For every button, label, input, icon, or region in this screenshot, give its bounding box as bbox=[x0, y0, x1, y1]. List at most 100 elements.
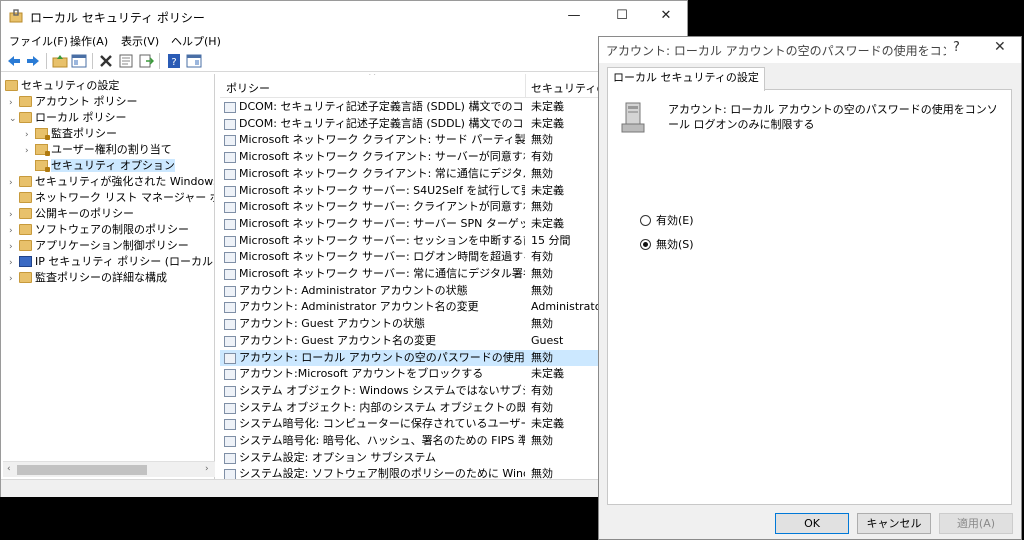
chevron-right-icon[interactable]: › bbox=[9, 240, 19, 255]
policy-name: アカウント: Guest アカウントの状態 bbox=[239, 317, 426, 331]
tree-item-security-options[interactable]: セキュリティ オプション bbox=[25, 158, 175, 173]
maximize-button[interactable]: ☐ bbox=[599, 1, 645, 31]
apply-button[interactable]: 適用(A) bbox=[939, 513, 1013, 534]
radio-button[interactable] bbox=[640, 215, 651, 226]
radio-button[interactable] bbox=[640, 239, 651, 250]
chevron-right-icon[interactable]: › bbox=[9, 272, 19, 287]
toolbar-separator bbox=[159, 53, 160, 69]
policy-item-icon bbox=[224, 385, 236, 397]
help-button[interactable]: ? bbox=[953, 40, 960, 55]
tab-local-security-setting[interactable]: ローカル セキュリティの設定 bbox=[607, 67, 765, 91]
policy-name: システム暗号化: 暗号化、ハッシュ、署名のための FIPS 準拠アル... bbox=[239, 434, 525, 447]
policy-item-icon bbox=[224, 102, 236, 113]
security-policy-icon bbox=[9, 9, 23, 23]
folder-icon bbox=[19, 208, 32, 219]
security-settings-icon bbox=[5, 80, 18, 91]
tree-item-network-list-manager[interactable]: ネットワーク リスト マネージャー ポリシー bbox=[9, 190, 214, 205]
policy-item-icon bbox=[224, 352, 236, 364]
sort-up-icon: ^ bbox=[368, 74, 377, 82]
chevron-right-icon[interactable]: › bbox=[9, 208, 19, 223]
folder-icon bbox=[19, 224, 32, 235]
policy-name: Microsoft ネットワーク サーバー: ログオン時間を超過するとクラ... bbox=[239, 250, 525, 264]
policy-name: システム オブジェクト: Windows システムではないサブシステムのた... bbox=[239, 383, 525, 397]
forward-arrow-icon[interactable] bbox=[25, 53, 41, 69]
tree-item-audit-policy[interactable]: › 監査ポリシー bbox=[25, 126, 117, 141]
tree-item-public-key[interactable]: › 公開キーのポリシー bbox=[9, 206, 134, 221]
toolbar-separator bbox=[46, 53, 47, 69]
policy-item-icon bbox=[224, 369, 236, 381]
column-policy[interactable]: ポリシー bbox=[226, 80, 270, 96]
folder-icon bbox=[19, 272, 32, 283]
policy-name: システム暗号化: コンピューターに保存されているユーザー キーに強... bbox=[239, 417, 525, 431]
title-bar[interactable]: ローカル セキュリティ ポリシー — ☐ ✕ bbox=[1, 1, 687, 31]
menu-file[interactable]: ファイル(F) bbox=[9, 33, 68, 49]
tree-horizontal-scrollbar[interactable]: ‹ › bbox=[3, 461, 215, 477]
policy-item-icon bbox=[224, 235, 236, 247]
tree-item-local-policy[interactable]: ⌄ ローカル ポリシー bbox=[9, 110, 127, 125]
back-arrow-icon[interactable] bbox=[6, 53, 22, 69]
chevron-down-icon[interactable]: ⌄ bbox=[9, 112, 19, 127]
tree-item-account-policy[interactable]: › アカウント ポリシー bbox=[9, 94, 138, 109]
policy-item-icon bbox=[224, 436, 236, 447]
folder-icon bbox=[19, 240, 32, 251]
dialog-title-bar[interactable]: アカウント: ローカル アカウントの空のパスワードの使用をコンソー... ? ✕ bbox=[599, 37, 1021, 63]
tree-item-security-settings[interactable]: セキュリティの設定 bbox=[5, 78, 119, 93]
menu-view[interactable]: 表示(V) bbox=[121, 33, 159, 49]
chevron-right-icon[interactable]: › bbox=[9, 256, 19, 271]
policy-item-icon bbox=[224, 419, 236, 431]
scroll-thumb[interactable] bbox=[17, 465, 147, 475]
delete-icon[interactable] bbox=[98, 53, 114, 69]
radio-enabled[interactable]: 有効(E) bbox=[640, 212, 694, 228]
chevron-right-icon[interactable]: › bbox=[9, 96, 19, 111]
policy-name: Microsoft ネットワーク サーバー: 常に通信にデジタル署名を行う bbox=[239, 267, 525, 280]
column-separator[interactable] bbox=[525, 74, 526, 98]
chevron-right-icon[interactable]: › bbox=[25, 144, 35, 159]
up-folder-icon[interactable] bbox=[52, 53, 68, 69]
tree-item-windows-defender-firewall[interactable]: ›セキュリティが強化された Windows Defe bbox=[9, 174, 214, 191]
policy-name: Microsoft ネットワーク サーバー: クライアントが同意すれば、通信..… bbox=[239, 200, 525, 214]
folder-icon bbox=[19, 96, 32, 107]
tree-item-software-restriction[interactable]: › ソフトウェアの制限のポリシー bbox=[9, 222, 189, 237]
cancel-button[interactable]: キャンセル bbox=[857, 513, 931, 534]
show-hide-tree-icon[interactable] bbox=[71, 53, 87, 69]
chevron-right-icon[interactable]: › bbox=[9, 224, 19, 239]
ip-security-icon bbox=[19, 256, 32, 267]
chevron-right-icon[interactable]: › bbox=[9, 176, 19, 191]
tree-item-ip-security[interactable]: ›IP セキュリティ ポリシー (ローカル コンピュー bbox=[9, 254, 214, 271]
export-list-icon[interactable] bbox=[138, 53, 154, 69]
tree-item-advanced-audit[interactable]: › 監査ポリシーの詳細な構成 bbox=[9, 270, 167, 285]
policy-name: Microsoft ネットワーク サーバー: サーバー SPN ターゲット名検証… bbox=[239, 216, 525, 230]
policy-item-icon bbox=[224, 285, 236, 297]
folder-icon bbox=[19, 192, 32, 203]
policy-name: システム設定: ソフトウェア制限のポリシーのために Windows 実行... bbox=[239, 467, 525, 479]
policy-item-icon bbox=[224, 452, 236, 464]
properties-icon[interactable] bbox=[118, 53, 134, 69]
policy-item-icon bbox=[224, 319, 236, 331]
chevron-right-icon[interactable]: › bbox=[25, 128, 35, 143]
menu-action[interactable]: 操作(A) bbox=[70, 33, 108, 49]
policy-name: アカウント: Administrator アカウント名の変更 bbox=[239, 300, 479, 314]
dialog-title: アカウント: ローカル アカウントの空のパスワードの使用をコンソー... bbox=[606, 44, 946, 58]
policy-item-icon bbox=[224, 152, 236, 164]
mmc-view-icon[interactable] bbox=[186, 53, 202, 69]
minimize-button[interactable]: — bbox=[551, 1, 597, 31]
toolbar-separator bbox=[92, 53, 93, 69]
close-button[interactable]: ✕ bbox=[643, 1, 689, 31]
scroll-left-icon[interactable]: ‹ bbox=[7, 464, 11, 474]
policy-name: アカウント: ローカル アカウントの空のパスワードの使用をコンソール ... bbox=[239, 350, 525, 364]
radio-disabled[interactable]: 無効(S) bbox=[640, 236, 694, 252]
ok-button[interactable]: OK bbox=[775, 513, 849, 534]
folder-icon bbox=[19, 112, 32, 123]
policy-name: アカウント: Guest アカウント名の変更 bbox=[239, 333, 437, 347]
policy-name: DCOM: セキュリティ記述子定義言語 (SDDL) 構文でのコンピュ... bbox=[239, 116, 525, 130]
svg-text:?: ? bbox=[171, 57, 176, 68]
policy-properties-dialog: アカウント: ローカル アカウントの空のパスワードの使用をコンソー... ? ✕… bbox=[598, 36, 1022, 540]
scroll-right-icon[interactable]: › bbox=[205, 464, 209, 474]
tree-item-user-rights[interactable]: › ユーザー権利の割り当て bbox=[25, 142, 172, 157]
tree-item-application-control[interactable]: › アプリケーション制御ポリシー bbox=[9, 238, 189, 253]
policy-name: システム オブジェクト: 内部のシステム オブジェクトの既定のアクセス... bbox=[239, 400, 525, 414]
dialog-close-button[interactable]: ✕ bbox=[994, 39, 1006, 55]
policy-name: Microsoft ネットワーク クライアント: サーバーが同意すれば、通信..… bbox=[239, 150, 525, 164]
menu-help[interactable]: ヘルプ(H) bbox=[171, 33, 221, 49]
help-icon[interactable]: ? bbox=[166, 53, 182, 69]
